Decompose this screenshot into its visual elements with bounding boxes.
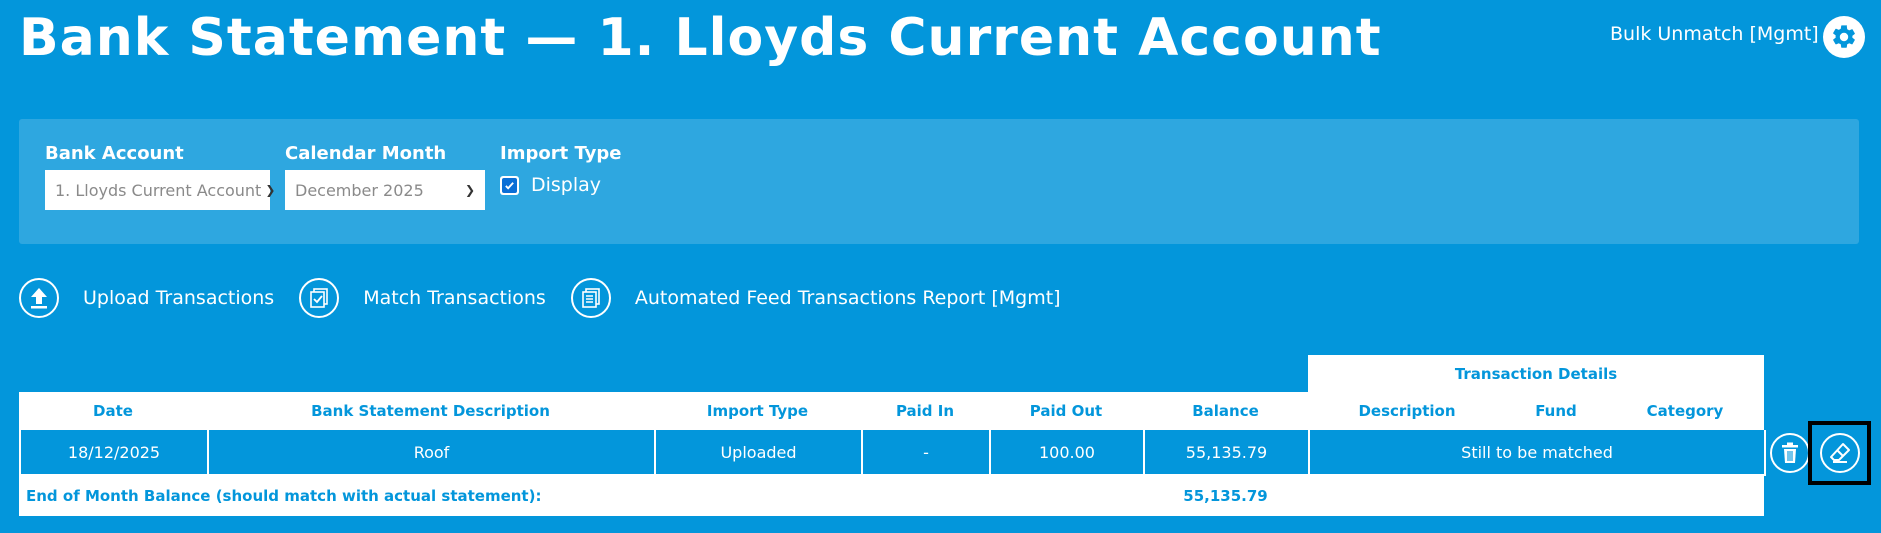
- row-description: Roof: [207, 430, 656, 476]
- col-header-import-type[interactable]: Import Type: [654, 392, 861, 430]
- delete-row-button[interactable]: [1770, 433, 1810, 473]
- upload-icon: [19, 278, 59, 318]
- import-type-label: Import Type: [500, 143, 622, 164]
- row-balance: 55,135.79: [1143, 430, 1310, 476]
- match-icon: [299, 278, 340, 318]
- row-paid-out: 100.00: [989, 430, 1145, 476]
- table-row: 18/12/2025 Roof Uploaded - 100.00 55,135…: [19, 430, 1766, 476]
- bank-account-value: 1. Lloyds Current Account: [55, 180, 262, 200]
- col-header-paid-out[interactable]: Paid Out: [989, 392, 1143, 430]
- feed-report-action[interactable]: Automated Feed Transactions Report [Mgmt…: [570, 278, 1061, 318]
- col-header-fund[interactable]: Fund: [1506, 392, 1606, 430]
- calendar-month-filter: Calendar Month December 2025 ❯: [285, 143, 485, 210]
- feed-report-label: Automated Feed Transactions Report [Mgmt…: [634, 287, 1061, 309]
- row-match-status: Still to be matched: [1308, 430, 1766, 476]
- trash-icon: [1782, 442, 1798, 463]
- calendar-month-label: Calendar Month: [285, 143, 447, 164]
- col-header-description[interactable]: Description: [1308, 392, 1506, 430]
- bank-account-select[interactable]: 1. Lloyds Current Account ❯: [45, 170, 275, 210]
- edit-row-button[interactable]: [1820, 433, 1860, 473]
- col-header-date[interactable]: Date: [19, 392, 207, 430]
- col-header-paid-in[interactable]: Paid In: [861, 392, 989, 430]
- import-type-filter: Import Type Display: [500, 143, 621, 196]
- actions-row: Upload Transactions Match Transactions A…: [19, 278, 1086, 318]
- col-header-bank-description[interactable]: Bank Statement Description: [207, 392, 654, 430]
- report-icon: [570, 278, 611, 318]
- upload-transactions-label: Upload Transactions: [83, 287, 275, 309]
- checkmark-icon: [505, 181, 514, 190]
- settings-button[interactable]: [1823, 16, 1865, 58]
- table-header: Date Bank Statement Description Import T…: [19, 392, 1764, 430]
- eraser-icon: [1830, 443, 1850, 463]
- calendar-month-value: December 2025: [295, 180, 424, 200]
- row-paid-in: -: [861, 430, 991, 476]
- chevron-down-icon: ❯: [464, 183, 475, 197]
- row-date: 18/12/2025: [19, 430, 209, 476]
- transaction-details-header: Transaction Details: [1308, 355, 1764, 392]
- bulk-unmatch-link[interactable]: Bulk Unmatch [Mgmt]: [1610, 23, 1819, 45]
- page-title: Bank Statement — 1. Lloyds Current Accou…: [19, 8, 1382, 68]
- calendar-month-select[interactable]: December 2025 ❯: [285, 170, 485, 210]
- display-checkbox[interactable]: [500, 175, 519, 195]
- chevron-down-icon: ❯: [265, 183, 276, 197]
- bank-account-filter: Bank Account 1. Lloyds Current Account ❯: [45, 143, 275, 210]
- bank-account-label: Bank Account: [45, 143, 184, 164]
- footer-spacer: [1308, 475, 1764, 516]
- upload-transactions-action[interactable]: Upload Transactions: [19, 278, 274, 318]
- row-import-type: Uploaded: [654, 430, 863, 476]
- col-header-balance[interactable]: Balance: [1143, 392, 1308, 430]
- match-transactions-label: Match Transactions: [363, 287, 546, 309]
- match-transactions-action[interactable]: Match Transactions: [299, 278, 546, 318]
- gear-icon: [1833, 25, 1855, 48]
- display-checkbox-label: Display: [531, 174, 602, 196]
- footer-label: End of Month Balance (should match with …: [19, 475, 1143, 516]
- table-footer: End of Month Balance (should match with …: [19, 475, 1764, 516]
- filter-panel: Bank Account 1. Lloyds Current Account ❯…: [19, 119, 1859, 244]
- col-header-category[interactable]: Category: [1606, 392, 1764, 430]
- footer-balance: 55,135.79: [1143, 475, 1308, 516]
